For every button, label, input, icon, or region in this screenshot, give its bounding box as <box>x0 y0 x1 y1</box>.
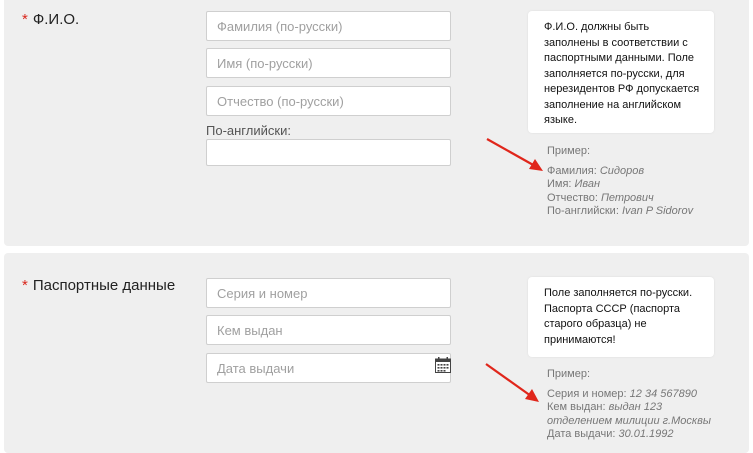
fio-example: Пример: Фамилия: Сидоров Имя: Иван Отчес… <box>547 145 693 219</box>
required-mark: * <box>22 277 28 294</box>
fio-tooltip: Ф.И.О. должны быть заполнены в соответст… <box>528 11 714 133</box>
patronymic-input[interactable] <box>206 86 451 116</box>
fio-label-text: Ф.И.О. <box>32 11 80 28</box>
example-row: Имя: Иван <box>547 178 601 190</box>
example-row: Кем выдан: выдан 123 отделением милиции … <box>547 401 711 427</box>
surname-input[interactable] <box>206 11 451 41</box>
passport-label: * Паспортные данные <box>22 277 175 294</box>
passport-example-head: Пример: <box>547 368 591 380</box>
name-input[interactable] <box>206 48 451 78</box>
issue-date-input[interactable] <box>206 353 451 383</box>
english-name-input[interactable] <box>206 139 451 166</box>
fio-example-head: Пример: <box>547 145 591 157</box>
passport-tooltip: Поле заполняется по-русски. Паспорта ССС… <box>528 277 714 357</box>
passport-series-input[interactable] <box>206 278 451 308</box>
required-mark: * <box>22 11 28 28</box>
example-row: Отчество: Петрович <box>547 191 654 204</box>
example-row: Дата выдачи: 30.01.1992 <box>547 428 674 440</box>
issued-by-input[interactable] <box>206 315 451 345</box>
example-row: По-английски: Ivan P Sidorov <box>547 205 694 217</box>
fio-label: * Ф.И.О. <box>22 11 79 28</box>
passport-example: Пример: Серия и номер: 12 34 567890 Кем … <box>547 368 727 442</box>
passport-label-text: Паспортные данные <box>32 277 176 294</box>
fio-arrow-icon <box>486 138 543 171</box>
english-label: По-английски: <box>206 123 291 138</box>
passport-arrow-icon <box>485 363 539 402</box>
example-row: Фамилия: Сидоров <box>547 164 645 177</box>
calendar-icon[interactable] <box>435 357 451 373</box>
example-row: Серия и номер: 12 34 567890 <box>547 387 697 400</box>
